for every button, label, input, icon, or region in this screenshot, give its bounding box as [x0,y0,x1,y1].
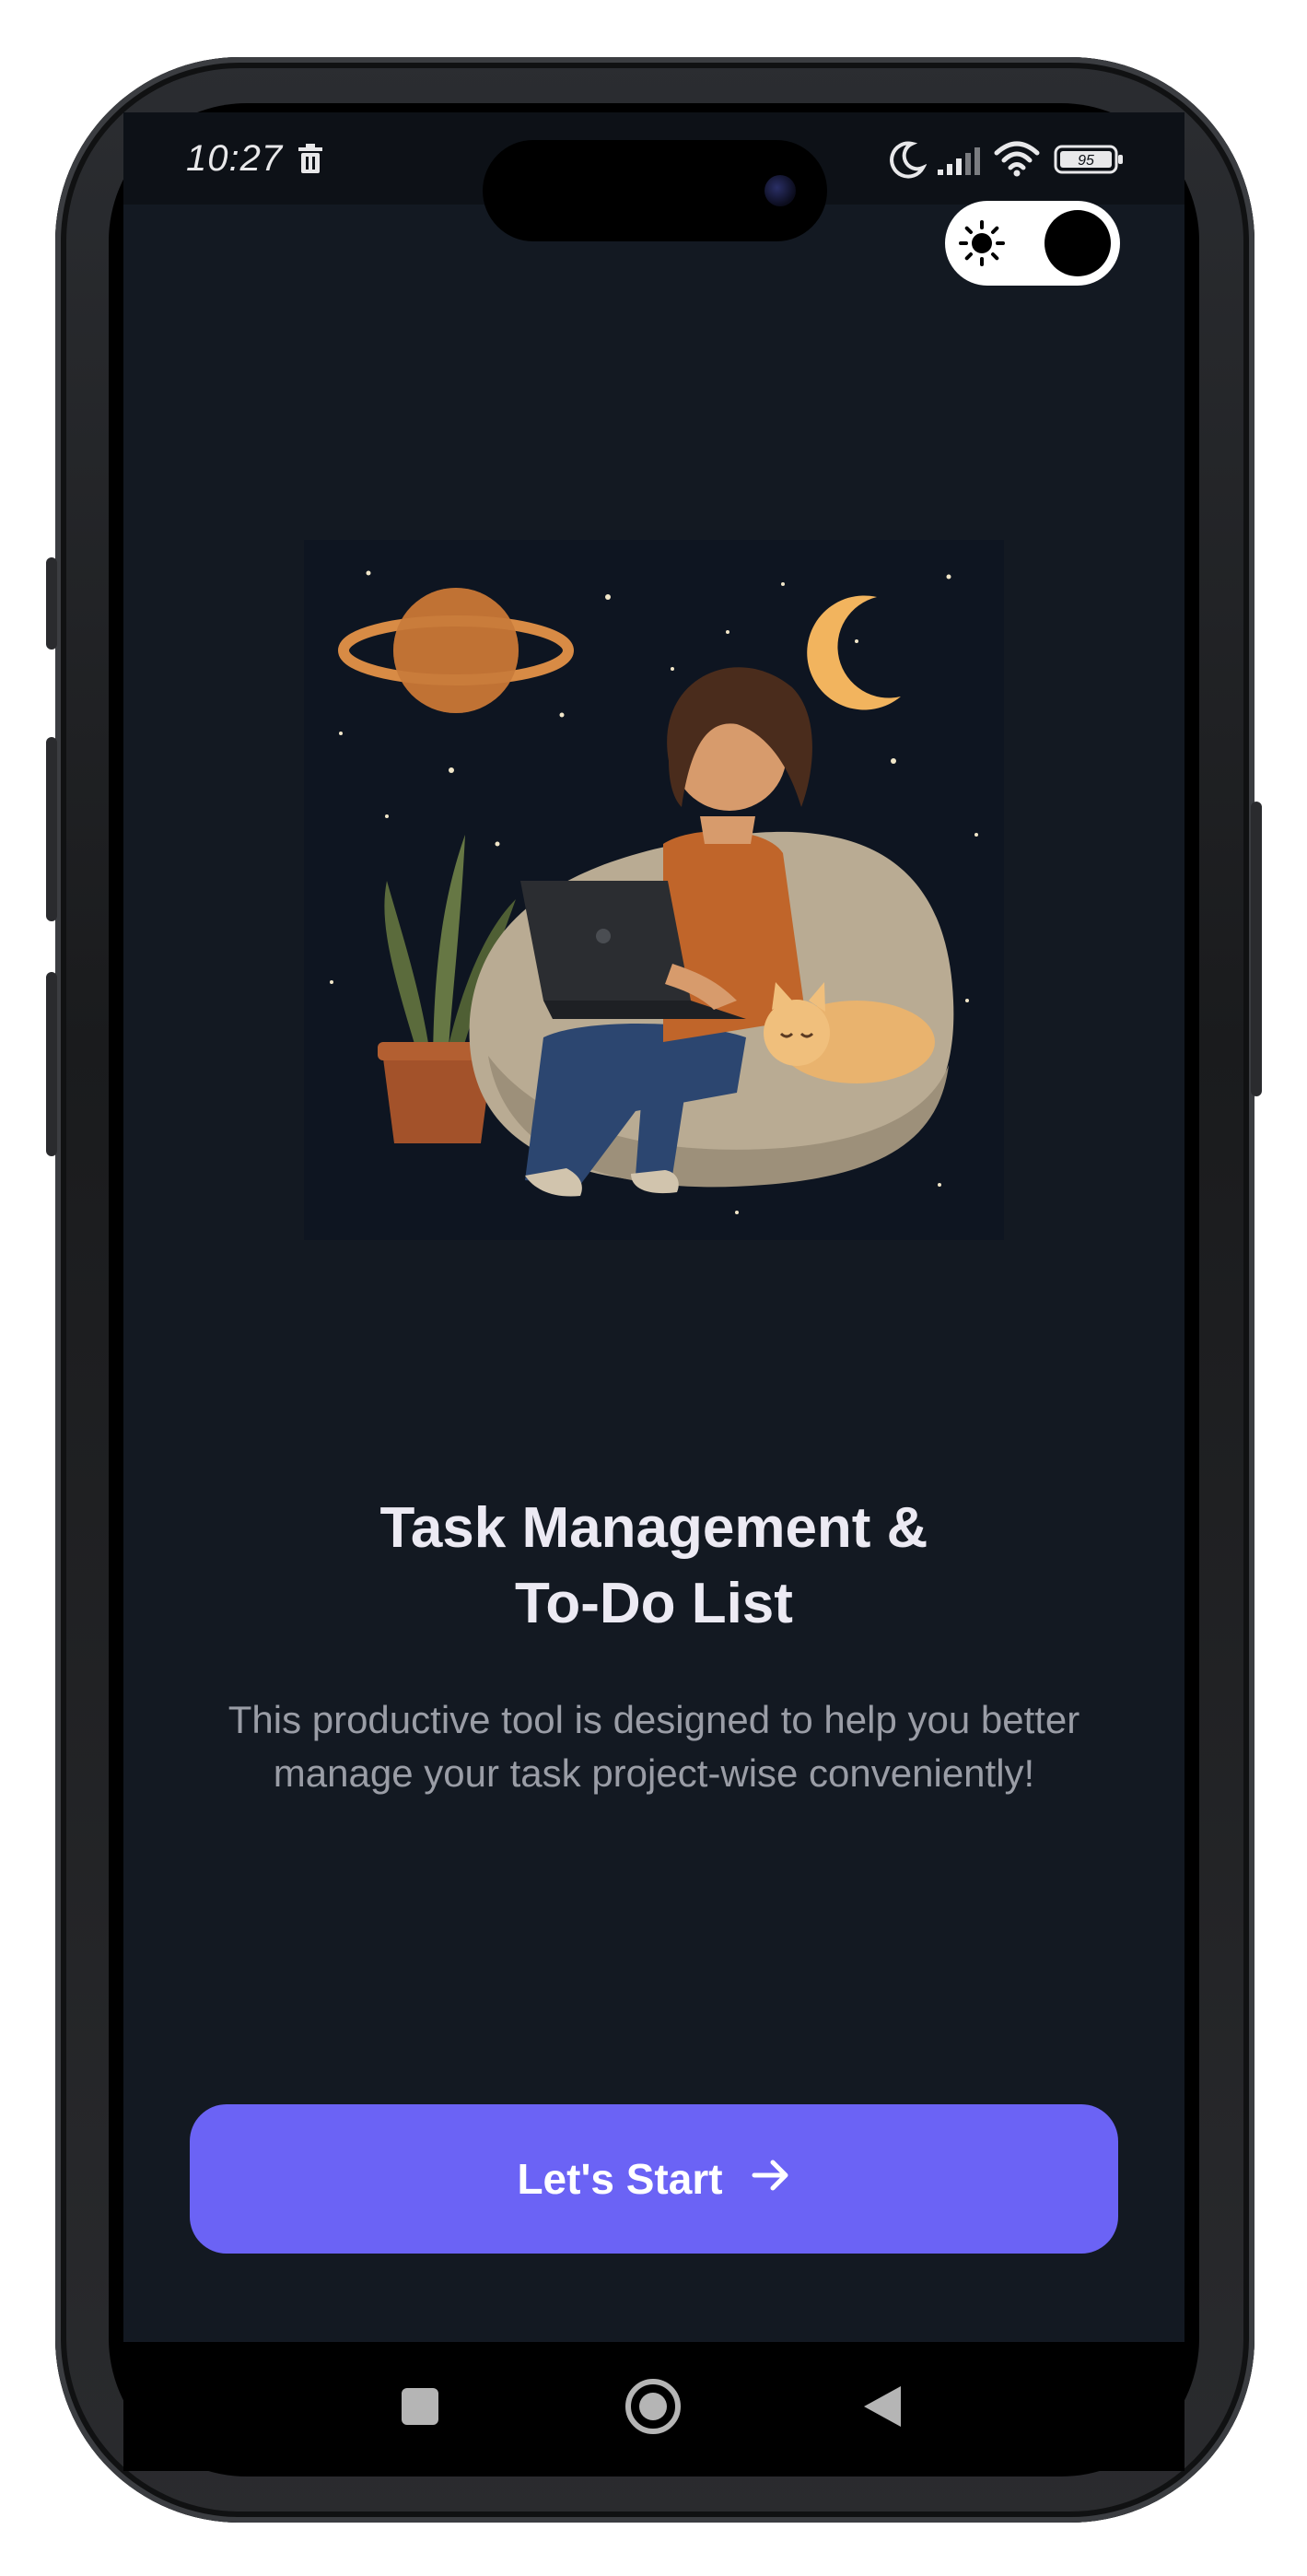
battery-level: 95 [1078,153,1094,169]
lets-start-label: Let's Start [517,2155,723,2203]
title-line-2: To-Do List [515,1572,793,1635]
phone-volume-up-button [46,737,57,921]
dynamic-island [483,140,827,241]
status-time: 10:27 [186,138,284,179]
onboarding-illustration [304,540,1004,1240]
sun-icon [958,219,1006,272]
back-triangle-icon[interactable] [860,2383,904,2435]
toggle-knob [1044,210,1111,276]
app-screen: 10:27 95 Task Management & To-Do List Th… [123,112,1184,2342]
signal-icon [936,146,984,181]
arrow-right-icon [751,2154,791,2204]
phone-volume-down-button [46,972,57,1156]
front-camera [764,175,796,206]
battery-icon: 95 [1054,144,1126,180]
onboarding-description: This productive tool is designed to help… [228,1698,1080,1795]
system-nav-bar [123,2342,1184,2471]
status-bar: 10:27 95 [123,112,1184,241]
trash-icon [297,144,324,180]
moon-icon [888,140,928,183]
home-circle-icon[interactable] [624,2377,683,2441]
theme-toggle[interactable] [945,201,1120,286]
wifi-icon [993,140,1041,181]
phone-power-button [1251,802,1262,1096]
onboarding-title: Task Management & To-Do List [123,1491,1184,1642]
title-line-1: Task Management & [379,1496,928,1560]
phone-action-button [46,557,57,650]
lets-start-button[interactable]: Let's Start [190,2104,1118,2254]
recents-square-icon[interactable] [400,2386,440,2431]
